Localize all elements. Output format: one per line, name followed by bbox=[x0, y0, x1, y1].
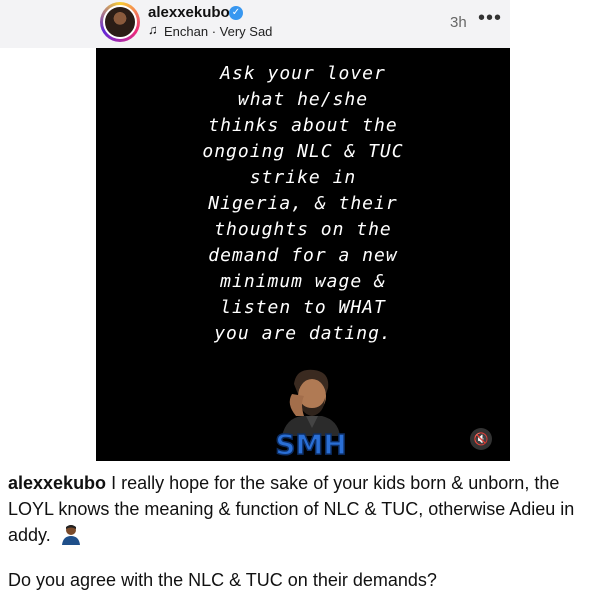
post-text-line: demand for a new bbox=[208, 245, 398, 266]
post-text-line: listen to WHAT bbox=[220, 297, 386, 318]
post-text-line: you are dating. bbox=[214, 323, 392, 344]
caption-username-link[interactable]: alexxekubo bbox=[8, 473, 106, 493]
post-text-block: Ask your lover what he/she thinks about … bbox=[96, 61, 510, 347]
post-text-line: thinks about the bbox=[208, 115, 398, 136]
username-link[interactable]: alexxekubo bbox=[148, 4, 230, 21]
post-image[interactable]: Ask your lover what he/she thinks about … bbox=[96, 48, 510, 461]
avatar-image bbox=[103, 5, 137, 39]
post-text-line: strike in bbox=[249, 167, 357, 188]
mute-icon[interactable]: 🔇 bbox=[470, 428, 492, 450]
sticker-text: SMH bbox=[275, 428, 346, 458]
post-header: alexxekubo ✓ ♫ Enchan · Very Sad 3h ••• bbox=[0, 0, 510, 48]
post-text-line: Ask your lover bbox=[220, 63, 386, 84]
music-track-link[interactable]: Enchan · Very Sad bbox=[164, 24, 272, 39]
post-text-line: thoughts on the bbox=[214, 219, 392, 240]
post-text-line: minimum wage & bbox=[220, 271, 386, 292]
post-caption: alexxekubo I really hope for the sake of… bbox=[8, 470, 590, 548]
avatar[interactable] bbox=[100, 2, 140, 42]
person-emoji-icon bbox=[61, 525, 80, 545]
post-timestamp: 3h bbox=[450, 14, 467, 31]
music-note-icon: ♫ bbox=[148, 22, 158, 37]
more-options-icon[interactable]: ••• bbox=[478, 8, 502, 28]
smh-sticker: SMH bbox=[275, 369, 347, 458]
post-text-line: what he/she bbox=[237, 89, 369, 110]
verified-badge-icon: ✓ bbox=[229, 6, 243, 20]
post-text-line: Nigeria, & their bbox=[208, 193, 398, 214]
caption-question: Do you agree with the NLC & TUC on their… bbox=[8, 570, 437, 590]
post-text-line: ongoing NLC & TUC bbox=[202, 141, 404, 162]
